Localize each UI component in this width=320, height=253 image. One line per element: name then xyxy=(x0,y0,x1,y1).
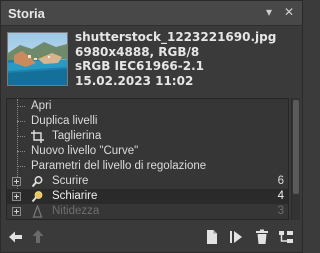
history-item-label: Schiarire xyxy=(52,190,98,202)
history-item[interactable]: Apri xyxy=(7,99,288,114)
expand-toggle-icon[interactable] xyxy=(12,207,21,216)
image-metadata: shutterstock_1223221690.jpg 6980x4888, R… xyxy=(75,30,276,88)
history-item[interactable]: Taglierina xyxy=(7,129,288,144)
history-item-label: Scurire xyxy=(52,175,89,187)
history-item[interactable]: Parametri del livello di regolazione xyxy=(7,159,288,174)
history-item-count: 4 xyxy=(277,190,284,202)
image-dimensions: 6980x4888, RGB/8 xyxy=(75,44,200,59)
image-date: 15.02.2023 11:02 xyxy=(75,73,194,88)
image-thumbnail xyxy=(7,32,68,86)
history-item[interactable]: Duplica livelli xyxy=(7,114,288,129)
history-group-item[interactable]: Scurire 6 xyxy=(7,174,288,189)
image-filename: shutterstock_1223221690.jpg xyxy=(75,30,277,44)
trash-icon[interactable] xyxy=(253,228,271,246)
expand-toggle-icon[interactable] xyxy=(12,177,21,186)
panel-menu-icon[interactable]: ▾ xyxy=(261,4,277,21)
history-item-label: Apri xyxy=(31,100,52,112)
dodge-tool-icon xyxy=(31,190,44,203)
sharpen-tool-icon xyxy=(31,204,44,218)
image-color-profile: sRGB IEC61966-2.1 xyxy=(75,59,205,73)
hierarchy-icon[interactable] xyxy=(277,228,295,246)
panel-close-icon[interactable]: ✕ xyxy=(281,4,297,21)
history-item-count: 6 xyxy=(277,175,284,187)
play-icon[interactable] xyxy=(227,228,245,246)
history-group-item[interactable]: Nitidezza 3 xyxy=(7,204,288,219)
history-toolbar xyxy=(1,223,302,252)
image-info: shutterstock_1223221690.jpg 6980x4888, R… xyxy=(1,26,302,94)
crop-icon xyxy=(31,130,44,143)
scrollbar-thumb[interactable] xyxy=(293,100,299,194)
history-panel: Storia ▾ ✕ shutterstock_1223221690.jpg 6… xyxy=(0,0,303,253)
history-item[interactable]: Nuovo livello "Curve" xyxy=(7,144,288,159)
new-document-icon[interactable] xyxy=(203,228,221,246)
history-list[interactable]: Apri Duplica livelli Taglierina Nuovo li… xyxy=(6,98,289,220)
history-item-label: Taglierina xyxy=(52,130,102,142)
history-item-label: Nitidezza xyxy=(52,205,100,217)
panel-title: Storia xyxy=(8,6,45,21)
history-item-label: Parametri del livello di regolazione xyxy=(31,160,207,172)
history-scrollbar[interactable] xyxy=(291,98,300,220)
history-item-label: Duplica livelli xyxy=(31,115,98,127)
history-item-count: 3 xyxy=(277,205,284,217)
undo-arrow-icon[interactable] xyxy=(7,228,25,246)
history-item-label: Nuovo livello "Curve" xyxy=(31,145,139,157)
expand-toggle-icon[interactable] xyxy=(12,192,21,201)
history-group-item-selected[interactable]: Schiarire 4 xyxy=(7,189,288,204)
panel-titlebar[interactable]: Storia ▾ ✕ xyxy=(1,1,302,26)
redo-arrow-icon[interactable] xyxy=(29,228,47,246)
burn-tool-icon xyxy=(31,175,44,188)
